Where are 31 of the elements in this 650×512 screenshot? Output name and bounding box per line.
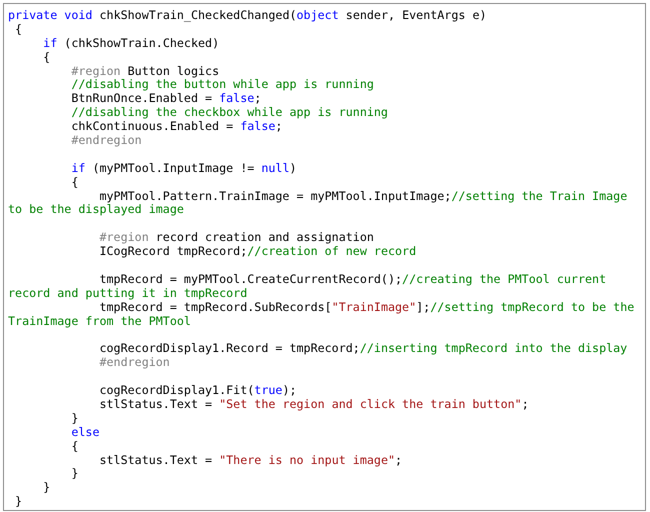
- code-line: BtnRunOnce.Enabled = false;: [70, 92, 262, 106]
- code-line: }: [70, 467, 78, 482]
- code-line: }: [42, 481, 50, 496]
- code-line: ICogRecord tmpRecord;//creation of new record: [98, 245, 416, 260]
- code-line: tmpRecord = tmpRecord.SubRecords["TrainImage"];//setting tmpRecord to be the: [98, 300, 634, 315]
- code-line: else: [70, 426, 100, 440]
- code-line: chkContinuous.Enabled = false;: [70, 120, 282, 134]
- code-line: myPMTool.Pattern.TrainImage = myPMTool.InputImage;//setting the Train Image: [98, 190, 628, 204]
- code-line: if (chkShowTrain.Checked): [42, 36, 220, 51]
- code-line: {: [70, 440, 78, 454]
- code-line: {: [14, 22, 22, 37]
- code-line: {: [42, 50, 50, 65]
- code-line: {: [70, 176, 78, 190]
- code-line: //disabling the button while app is running: [70, 78, 374, 92]
- code-line: #region record creation and assignation: [98, 231, 374, 246]
- code-line: to be the displayed image: [8, 203, 184, 218]
- code-line: #region Button logics: [70, 64, 220, 78]
- code-line: stlStatus.Text = "Set the region and click the train button";: [98, 398, 529, 412]
- code-line: }: [70, 412, 78, 426]
- code-line: #endregion: [70, 134, 142, 148]
- code-line: stlStatus.Text = "There is no input image";: [98, 454, 402, 468]
- code-line: cogRecordDisplay1.Fit(true);: [98, 384, 297, 398]
- code-line: #endregion: [98, 356, 170, 370]
- code-line: record and putting it in tmpRecord: [8, 286, 248, 301]
- code-line: TrainImage from the PMTool: [8, 314, 191, 328]
- code-line: }: [14, 495, 22, 510]
- code-line: if (myPMTool.InputImage != null): [70, 162, 297, 176]
- code-line: //disabling the checkbox while app is running: [70, 106, 388, 120]
- code-line: cogRecordDisplay1.Record = tmpRecord;//inserting tmpRecord into the display: [98, 342, 628, 356]
- code-line: private void chkShowTrain_CheckedChanged(object sender, EventArgs e): [8, 9, 487, 23]
- code-line: tmpRecord = myPMTool.CreateCurrentRecord();//creating the PMTool current: [98, 272, 606, 287]
